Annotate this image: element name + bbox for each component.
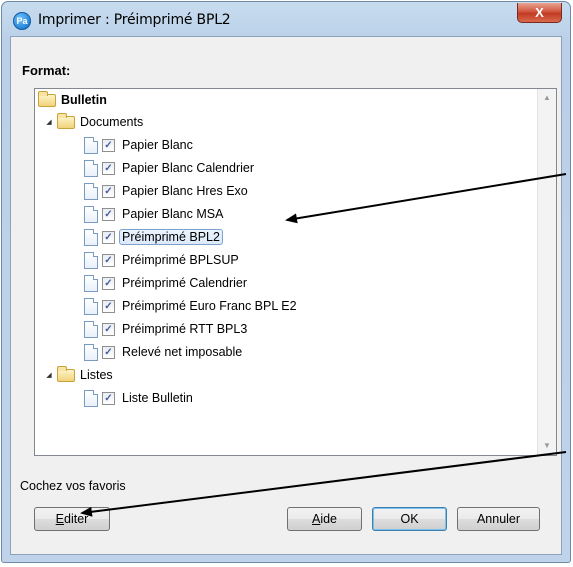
arrow-to-editer (80, 451, 567, 517)
annotation-arrows (80, 173, 567, 517)
arrow-to-preimprime (285, 173, 567, 224)
